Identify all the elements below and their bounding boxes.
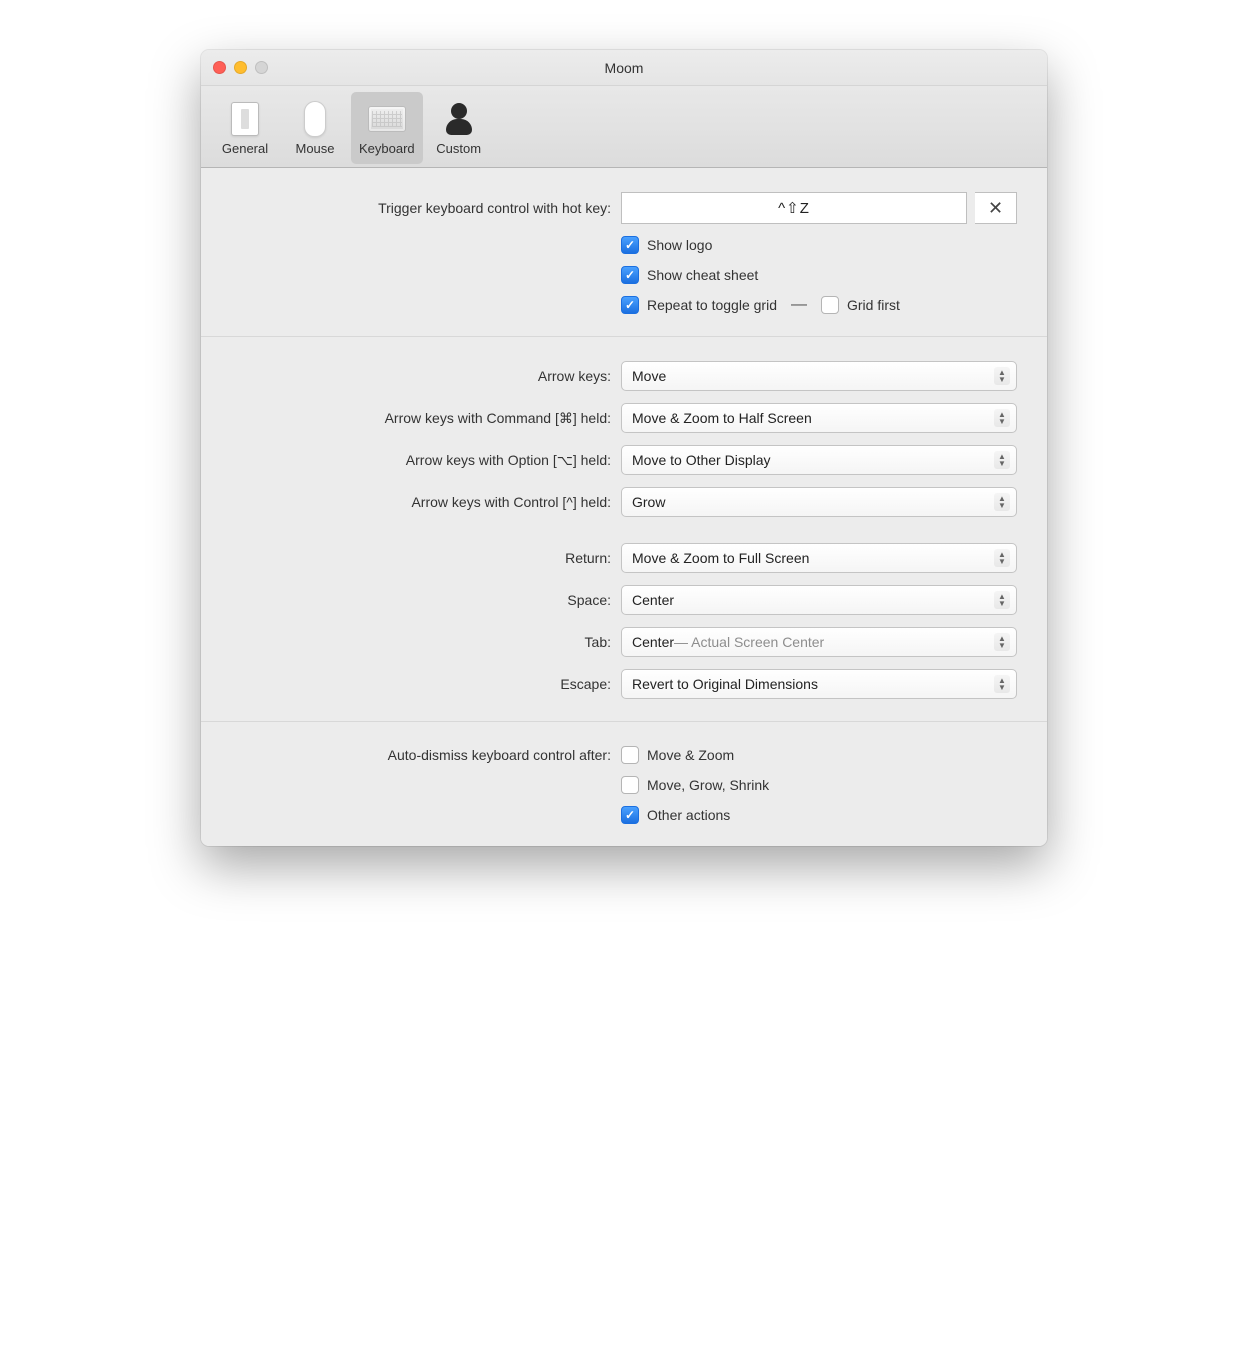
return-value: Move & Zoom to Full Screen bbox=[632, 550, 809, 566]
tab-custom-label: Custom bbox=[436, 141, 481, 156]
updown-icon: ▲▼ bbox=[995, 495, 1009, 509]
arrow-opt-value: Move to Other Display bbox=[632, 452, 771, 468]
arrow-ctrl-label: Arrow keys with Control [^] held: bbox=[231, 494, 621, 510]
tab-value: Center bbox=[632, 634, 674, 650]
titlebar: Moom bbox=[201, 50, 1047, 86]
dash-separator: — bbox=[785, 296, 813, 314]
arrow-ctrl-value: Grow bbox=[632, 494, 665, 510]
hotkey-clear[interactable]: ✕ bbox=[975, 192, 1017, 224]
preferences-window: Moom General Mouse Keyboard Custom Trigg… bbox=[201, 50, 1047, 846]
grid-first-checkbox[interactable]: Grid first bbox=[821, 296, 900, 314]
dismiss-move-zoom-checkbox[interactable]: Move & Zoom bbox=[621, 746, 734, 764]
tab-keyboard-label: Keyboard bbox=[359, 141, 415, 156]
arrow-cmd-popup[interactable]: Move & Zoom to Half Screen ▲▼ bbox=[621, 403, 1017, 433]
arrow-ctrl-popup[interactable]: Grow ▲▼ bbox=[621, 487, 1017, 517]
tab-popup[interactable]: Center — Actual Screen Center ▲▼ bbox=[621, 627, 1017, 657]
return-popup[interactable]: Move & Zoom to Full Screen ▲▼ bbox=[621, 543, 1017, 573]
updown-icon: ▲▼ bbox=[995, 635, 1009, 649]
tab-general[interactable]: General bbox=[211, 92, 279, 164]
show-cheat-sheet-label: Show cheat sheet bbox=[647, 267, 758, 283]
arrow-opt-popup[interactable]: Move to Other Display ▲▼ bbox=[621, 445, 1017, 475]
space-label: Space: bbox=[231, 592, 621, 608]
dismiss-label: Auto-dismiss keyboard control after: bbox=[231, 747, 621, 763]
arrow-plain-value: Move bbox=[632, 368, 666, 384]
keyboard-pane: Trigger keyboard control with hot key: ^… bbox=[201, 168, 1047, 846]
checkbox-icon bbox=[621, 746, 639, 764]
tab-custom[interactable]: Custom bbox=[425, 92, 493, 164]
checkbox-icon bbox=[621, 806, 639, 824]
tab-general-label: General bbox=[222, 141, 268, 156]
mouse-icon bbox=[304, 101, 326, 137]
repeat-toggle-grid-label: Repeat to toggle grid bbox=[647, 297, 777, 313]
window-title: Moom bbox=[201, 60, 1047, 76]
updown-icon: ▲▼ bbox=[995, 369, 1009, 383]
arrow-plain-popup[interactable]: Move ▲▼ bbox=[621, 361, 1017, 391]
checkbox-icon bbox=[621, 266, 639, 284]
preferences-toolbar: General Mouse Keyboard Custom bbox=[201, 86, 1047, 168]
dismiss-move-zoom-label: Move & Zoom bbox=[647, 747, 734, 763]
tab-mouse-label: Mouse bbox=[295, 141, 334, 156]
updown-icon: ▲▼ bbox=[995, 453, 1009, 467]
checkbox-icon bbox=[621, 776, 639, 794]
show-logo-checkbox[interactable]: Show logo bbox=[621, 236, 712, 254]
escape-label: Escape: bbox=[231, 676, 621, 692]
keyboard-icon bbox=[368, 106, 406, 132]
general-icon bbox=[231, 102, 259, 136]
escape-value: Revert to Original Dimensions bbox=[632, 676, 818, 692]
return-label: Return: bbox=[231, 550, 621, 566]
arrow-cmd-label: Arrow keys with Command [⌘] held: bbox=[231, 410, 621, 427]
tab-mouse[interactable]: Mouse bbox=[281, 92, 349, 164]
checkbox-icon bbox=[821, 296, 839, 314]
arrow-plain-label: Arrow keys: bbox=[231, 368, 621, 384]
checkbox-icon bbox=[621, 296, 639, 314]
hotkey-label: Trigger keyboard control with hot key: bbox=[231, 200, 621, 216]
section-hotkey: Trigger keyboard control with hot key: ^… bbox=[201, 168, 1047, 337]
tab-key-label: Tab: bbox=[231, 634, 621, 650]
close-icon: ✕ bbox=[988, 198, 1003, 219]
escape-popup[interactable]: Revert to Original Dimensions ▲▼ bbox=[621, 669, 1017, 699]
show-logo-label: Show logo bbox=[647, 237, 712, 253]
section-keys: Arrow keys: Move ▲▼ Arrow keys with Comm… bbox=[201, 337, 1047, 722]
tab-value-tail: — Actual Screen Center bbox=[674, 634, 824, 650]
updown-icon: ▲▼ bbox=[995, 411, 1009, 425]
dismiss-other-actions-label: Other actions bbox=[647, 807, 730, 823]
dismiss-move-grow-shrink-label: Move, Grow, Shrink bbox=[647, 777, 769, 793]
grid-first-label: Grid first bbox=[847, 297, 900, 313]
tab-keyboard[interactable]: Keyboard bbox=[351, 92, 423, 164]
dismiss-other-actions-checkbox[interactable]: Other actions bbox=[621, 806, 730, 824]
space-popup[interactable]: Center ▲▼ bbox=[621, 585, 1017, 615]
space-value: Center bbox=[632, 592, 674, 608]
updown-icon: ▲▼ bbox=[995, 551, 1009, 565]
repeat-toggle-grid-checkbox[interactable]: Repeat to toggle grid bbox=[621, 296, 777, 314]
dismiss-move-grow-shrink-checkbox[interactable]: Move, Grow, Shrink bbox=[621, 776, 769, 794]
checkbox-icon bbox=[621, 236, 639, 254]
show-cheat-sheet-checkbox[interactable]: Show cheat sheet bbox=[621, 266, 758, 284]
hotkey-field[interactable]: ^⇧Z bbox=[621, 192, 967, 224]
arrow-cmd-value: Move & Zoom to Half Screen bbox=[632, 410, 812, 426]
updown-icon: ▲▼ bbox=[995, 593, 1009, 607]
person-silhouette-icon bbox=[444, 101, 474, 137]
updown-icon: ▲▼ bbox=[995, 677, 1009, 691]
arrow-opt-label: Arrow keys with Option [⌥] held: bbox=[231, 452, 621, 469]
section-auto-dismiss: Auto-dismiss keyboard control after: Mov… bbox=[201, 722, 1047, 846]
